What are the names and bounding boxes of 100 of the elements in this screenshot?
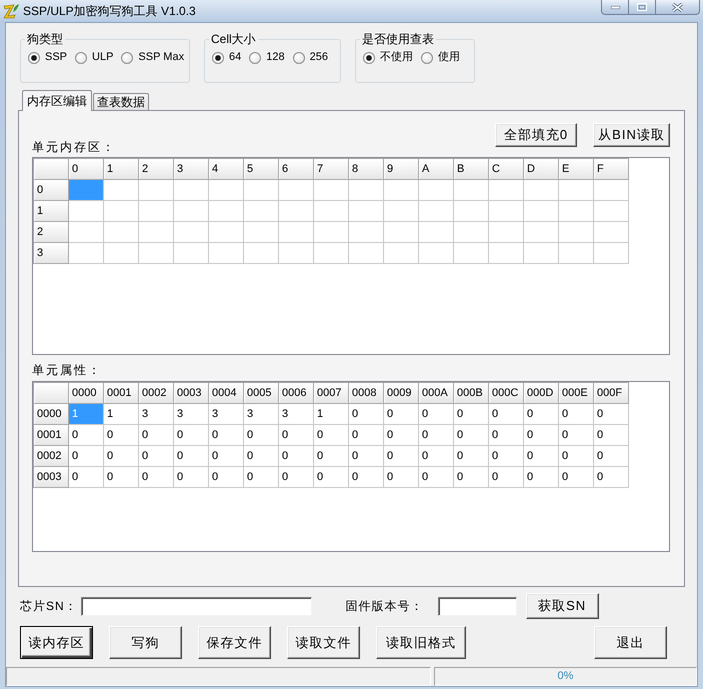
grid-cell[interactable] [208,180,244,200]
grid-cell[interactable] [558,200,594,222]
grid-cell[interactable]: 0 [174,466,208,488]
grid-cell[interactable]: 0 [384,466,418,488]
grid-cell[interactable] [104,180,138,200]
grid-cell[interactable] [384,242,418,264]
close-button[interactable] [655,0,700,15]
grid-cell[interactable] [208,222,244,242]
grid-action-button[interactable]: 从BIN读取 [593,123,670,147]
grid-cell[interactable] [558,180,594,200]
grid-cell[interactable]: 0 [488,404,524,424]
grid-cell[interactable]: 1 [104,404,138,424]
grid-cell[interactable]: 0 [418,404,454,424]
grid-cell[interactable] [174,222,208,242]
column-header[interactable]: 2 [138,158,174,180]
grid-cell[interactable] [594,200,628,222]
grid-cell[interactable]: 0 [138,466,174,488]
option-label[interactable]: SSP [45,51,68,64]
option-label[interactable]: 64 [229,51,242,64]
grid-cell[interactable] [488,242,524,264]
grid-cell[interactable] [524,180,558,200]
grid-cell[interactable]: 0 [138,424,174,446]
grid-cell[interactable]: 0 [558,424,594,446]
grid-cell[interactable] [524,200,558,222]
column-header[interactable]: A [418,158,454,180]
grid-cell[interactable]: 0 [244,424,278,446]
grid-cell[interactable]: 0 [208,446,244,466]
grid-cell[interactable]: 3 [278,404,314,424]
grid-cell[interactable]: 0 [524,466,558,488]
grid-cell[interactable]: 0 [174,424,208,446]
column-header[interactable]: 0005 [244,382,278,404]
column-header[interactable]: 000F [594,382,628,404]
grid-cell[interactable]: 0 [384,404,418,424]
grid-cell[interactable]: 0 [384,446,418,466]
row-header[interactable]: 0000 [34,404,68,424]
grid-cell[interactable] [278,242,314,264]
grid-cell[interactable]: 0 [558,446,594,466]
column-header[interactable]: 7 [314,158,348,180]
grid-cell[interactable] [418,200,454,222]
grid-cell[interactable]: 0 [418,446,454,466]
grid-cell[interactable]: 0 [104,466,138,488]
grid-cell[interactable] [594,242,628,264]
option-label[interactable]: SSP Max [138,51,184,64]
grid-cell[interactable]: 0 [454,466,488,488]
column-header[interactable]: D [524,158,558,180]
grid-cell[interactable] [314,180,348,200]
grid-cell[interactable]: 0 [418,424,454,446]
action-button[interactable]: 退出 [594,626,667,659]
action-button[interactable]: 读取文件 [287,626,360,659]
radio-button[interactable] [292,52,305,64]
grid-cell[interactable] [418,242,454,264]
grid-cell[interactable] [488,222,524,242]
column-header[interactable]: 000B [454,382,488,404]
grid-cell[interactable]: 0 [314,424,348,446]
radio-button[interactable] [28,52,40,64]
grid-cell[interactable] [558,242,594,264]
grid-cell[interactable] [208,200,244,222]
grid-cell[interactable] [104,200,138,222]
column-header[interactable]: 000E [558,382,594,404]
grid-cell[interactable]: 0 [138,446,174,466]
grid-cell[interactable]: 0 [488,466,524,488]
column-header[interactable]: 0008 [348,382,384,404]
grid-cell[interactable]: 0 [594,466,628,488]
get-sn-button[interactable]: 获取SN [526,593,599,619]
option-label[interactable]: 256 [310,51,328,64]
grid-cell[interactable] [174,180,208,200]
grid-cell[interactable] [384,200,418,222]
grid-cell[interactable]: 0 [594,424,628,446]
grid-cell[interactable] [68,242,104,264]
grid-cell[interactable]: 0 [278,466,314,488]
grid-cell[interactable] [138,180,174,200]
grid-cell[interactable]: 0 [594,404,628,424]
grid-cell[interactable]: 0 [278,446,314,466]
row-header[interactable]: 2 [34,222,68,242]
column-header[interactable]: 0004 [208,382,244,404]
column-header[interactable]: 000D [524,382,558,404]
grid-cell[interactable] [208,242,244,264]
grid-cell[interactable] [68,200,104,222]
grid-cell[interactable]: 0 [524,446,558,466]
grid-cell[interactable]: 0 [558,404,594,424]
grid-cell[interactable] [278,200,314,222]
grid-cell[interactable]: 0 [524,404,558,424]
grid-cell[interactable]: 0 [594,446,628,466]
grid-cell[interactable]: 0 [348,466,384,488]
grid-cell[interactable] [524,222,558,242]
grid-cell[interactable]: 0 [348,424,384,446]
column-header[interactable]: 8 [348,158,384,180]
row-header[interactable]: 0003 [34,466,68,488]
grid-cell[interactable]: 0 [104,446,138,466]
column-header[interactable]: 0009 [384,382,418,404]
column-header[interactable]: E [558,158,594,180]
grid-cell[interactable]: 0 [384,424,418,446]
grid-cell[interactable] [348,242,384,264]
grid-cell[interactable] [138,242,174,264]
grid-cell[interactable] [348,200,384,222]
column-header[interactable]: 000A [418,382,454,404]
option-label[interactable]: 使用 [438,51,460,64]
grid-cell[interactable]: 0 [454,424,488,446]
grid-cell[interactable] [454,242,488,264]
column-header[interactable]: B [454,158,488,180]
